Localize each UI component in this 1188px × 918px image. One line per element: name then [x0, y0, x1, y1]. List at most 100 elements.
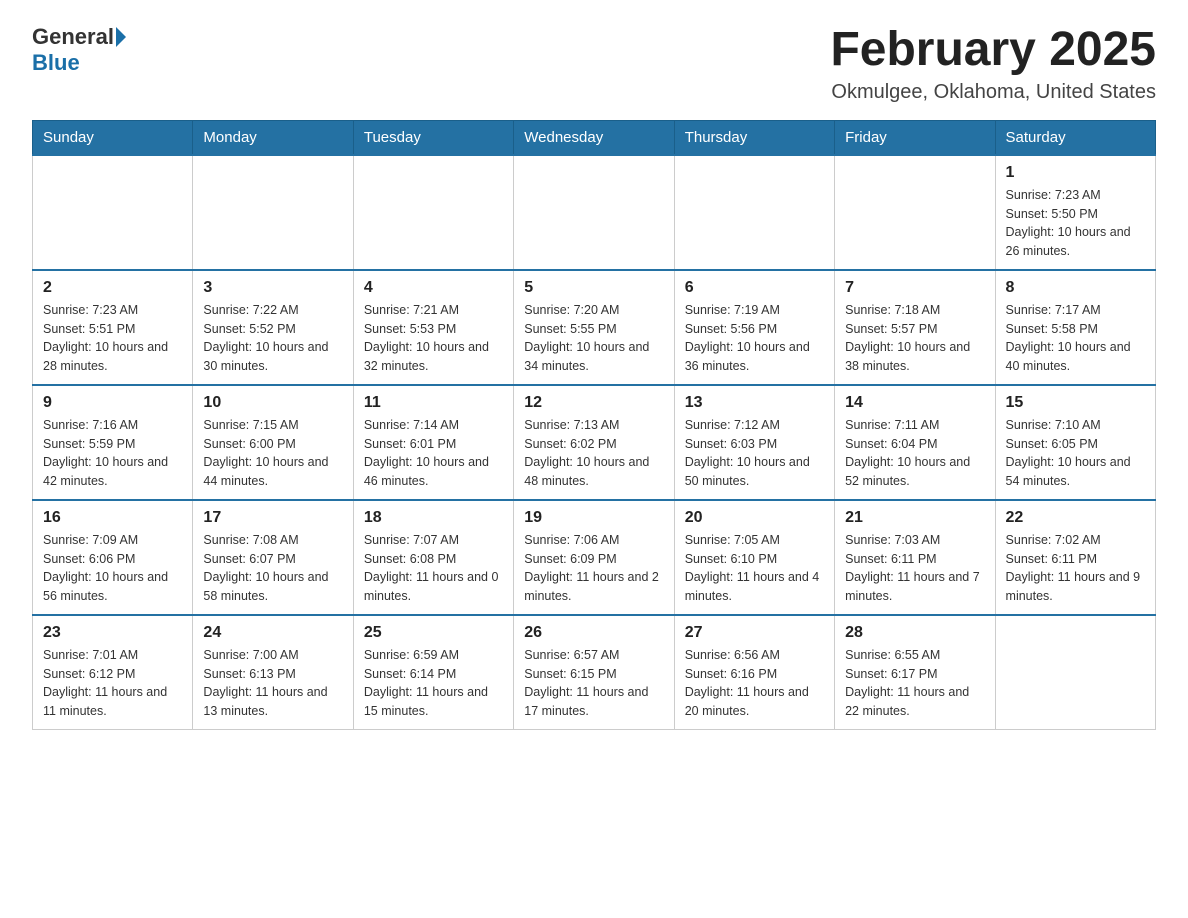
- calendar-day-cell: 19Sunrise: 7:06 AM Sunset: 6:09 PM Dayli…: [514, 500, 674, 615]
- day-info: Sunrise: 7:14 AM Sunset: 6:01 PM Dayligh…: [364, 416, 503, 491]
- day-info: Sunrise: 7:17 AM Sunset: 5:58 PM Dayligh…: [1006, 301, 1145, 376]
- day-number: 20: [685, 509, 824, 527]
- calendar-day-cell: 5 Sunrise: 7:20 AM Sunset: 5:55 PM Daylig…: [514, 270, 674, 385]
- calendar-day-cell: [514, 155, 674, 270]
- location-title: Okmulgee, Oklahoma, United States: [830, 81, 1156, 104]
- day-number: 1: [1006, 164, 1145, 182]
- day-of-week-header: Monday: [193, 120, 353, 155]
- calendar-day-cell: 12 Sunrise: 7:13 AM Sunset: 6:02 PM Dayli…: [514, 385, 674, 500]
- day-number: 18: [364, 509, 503, 527]
- day-number: 14: [845, 394, 984, 412]
- calendar-day-cell: 18 Sunrise: 7:07 AM Sunset: 6:08 PM Dayli…: [353, 500, 513, 615]
- logo-general-text: General: [32, 24, 114, 50]
- day-info: Sunrise: 7:01 AM Sunset: 6:12 PM Dayligh…: [43, 646, 182, 721]
- calendar-day-cell: 7 Sunrise: 7:18 AM Sunset: 5:57 PM Daylig…: [835, 270, 995, 385]
- day-info: Sunrise: 7:19 AM Sunset: 5:56 PM Dayligh…: [685, 301, 824, 376]
- calendar-day-cell: [835, 155, 995, 270]
- day-info: Sunrise: 7:11 AM Sunset: 6:04 PM Dayligh…: [845, 416, 984, 491]
- day-number: 21: [845, 509, 984, 527]
- calendar-day-cell: 3 Sunrise: 7:22 AM Sunset: 5:52 PM Daylig…: [193, 270, 353, 385]
- logo: General Blue: [32, 24, 128, 76]
- day-of-week-header: Saturday: [995, 120, 1155, 155]
- calendar-day-cell: [674, 155, 834, 270]
- day-info: Sunrise: 7:23 AM Sunset: 5:50 PM Dayligh…: [1006, 186, 1145, 261]
- day-number: 12: [524, 394, 663, 412]
- day-number: 15: [1006, 394, 1145, 412]
- calendar-day-cell: 24 Sunrise: 7:00 AM Sunset: 6:13 PM Dayli…: [193, 615, 353, 730]
- calendar-day-cell: 13Sunrise: 7:12 AM Sunset: 6:03 PM Dayli…: [674, 385, 834, 500]
- day-info: Sunrise: 7:13 AM Sunset: 6:02 PM Dayligh…: [524, 416, 663, 491]
- calendar-day-cell: [995, 615, 1155, 730]
- day-info: Sunrise: 7:05 AM Sunset: 6:10 PM Dayligh…: [685, 531, 824, 606]
- day-of-week-header: Sunday: [33, 120, 193, 155]
- day-info: Sunrise: 7:02 AM Sunset: 6:11 PM Dayligh…: [1006, 531, 1145, 606]
- day-info: Sunrise: 7:18 AM Sunset: 5:57 PM Dayligh…: [845, 301, 984, 376]
- calendar-header-row: SundayMondayTuesdayWednesdayThursdayFrid…: [33, 120, 1156, 155]
- day-number: 27: [685, 624, 824, 642]
- day-number: 10: [203, 394, 342, 412]
- calendar-week-row: 16 Sunrise: 7:09 AM Sunset: 6:06 PM Dayli…: [33, 500, 1156, 615]
- calendar-day-cell: 23 Sunrise: 7:01 AM Sunset: 6:12 PM Dayli…: [33, 615, 193, 730]
- day-info: Sunrise: 7:08 AM Sunset: 6:07 PM Dayligh…: [203, 531, 342, 606]
- title-section: February 2025 Okmulgee, Oklahoma, United…: [830, 24, 1156, 104]
- calendar-day-cell: [353, 155, 513, 270]
- calendar-day-cell: 11 Sunrise: 7:14 AM Sunset: 6:01 PM Dayli…: [353, 385, 513, 500]
- day-info: Sunrise: 7:21 AM Sunset: 5:53 PM Dayligh…: [364, 301, 503, 376]
- day-of-week-header: Friday: [835, 120, 995, 155]
- day-number: 9: [43, 394, 182, 412]
- calendar-day-cell: 10 Sunrise: 7:15 AM Sunset: 6:00 PM Dayli…: [193, 385, 353, 500]
- day-info: Sunrise: 7:16 AM Sunset: 5:59 PM Dayligh…: [43, 416, 182, 491]
- calendar-day-cell: 26Sunrise: 6:57 AM Sunset: 6:15 PM Dayli…: [514, 615, 674, 730]
- calendar-day-cell: 2 Sunrise: 7:23 AM Sunset: 5:51 PM Daylig…: [33, 270, 193, 385]
- calendar-day-cell: 8 Sunrise: 7:17 AM Sunset: 5:58 PM Daylig…: [995, 270, 1155, 385]
- day-of-week-header: Tuesday: [353, 120, 513, 155]
- day-info: Sunrise: 6:56 AM Sunset: 6:16 PM Dayligh…: [685, 646, 824, 721]
- day-number: 17: [203, 509, 342, 527]
- day-number: 22: [1006, 509, 1145, 527]
- day-info: Sunrise: 7:10 AM Sunset: 6:05 PM Dayligh…: [1006, 416, 1145, 491]
- day-number: 25: [364, 624, 503, 642]
- day-info: Sunrise: 7:03 AM Sunset: 6:11 PM Dayligh…: [845, 531, 984, 606]
- day-number: 23: [43, 624, 182, 642]
- day-info: Sunrise: 6:55 AM Sunset: 6:17 PM Dayligh…: [845, 646, 984, 721]
- day-number: 2: [43, 279, 182, 297]
- calendar-day-cell: 28Sunrise: 6:55 AM Sunset: 6:17 PM Dayli…: [835, 615, 995, 730]
- day-info: Sunrise: 7:22 AM Sunset: 5:52 PM Dayligh…: [203, 301, 342, 376]
- calendar-day-cell: 20 Sunrise: 7:05 AM Sunset: 6:10 PM Dayli…: [674, 500, 834, 615]
- calendar-day-cell: 17 Sunrise: 7:08 AM Sunset: 6:07 PM Dayli…: [193, 500, 353, 615]
- day-info: Sunrise: 7:09 AM Sunset: 6:06 PM Dayligh…: [43, 531, 182, 606]
- day-number: 5: [524, 279, 663, 297]
- month-title: February 2025: [830, 24, 1156, 77]
- calendar-week-row: 1 Sunrise: 7:23 AM Sunset: 5:50 PM Daylig…: [33, 155, 1156, 270]
- calendar-day-cell: 25 Sunrise: 6:59 AM Sunset: 6:14 PM Dayli…: [353, 615, 513, 730]
- calendar-day-cell: 1 Sunrise: 7:23 AM Sunset: 5:50 PM Daylig…: [995, 155, 1155, 270]
- calendar-day-cell: [33, 155, 193, 270]
- day-info: Sunrise: 6:59 AM Sunset: 6:14 PM Dayligh…: [364, 646, 503, 721]
- day-info: Sunrise: 7:12 AM Sunset: 6:03 PM Dayligh…: [685, 416, 824, 491]
- calendar-day-cell: 27 Sunrise: 6:56 AM Sunset: 6:16 PM Dayli…: [674, 615, 834, 730]
- calendar-day-cell: 4 Sunrise: 7:21 AM Sunset: 5:53 PM Daylig…: [353, 270, 513, 385]
- day-info: Sunrise: 7:20 AM Sunset: 5:55 PM Dayligh…: [524, 301, 663, 376]
- calendar-day-cell: 16 Sunrise: 7:09 AM Sunset: 6:06 PM Dayli…: [33, 500, 193, 615]
- calendar-table: SundayMondayTuesdayWednesdayThursdayFrid…: [32, 120, 1156, 730]
- day-of-week-header: Wednesday: [514, 120, 674, 155]
- day-number: 4: [364, 279, 503, 297]
- day-number: 26: [524, 624, 663, 642]
- calendar-day-cell: 6Sunrise: 7:19 AM Sunset: 5:56 PM Daylig…: [674, 270, 834, 385]
- calendar-day-cell: 15 Sunrise: 7:10 AM Sunset: 6:05 PM Dayli…: [995, 385, 1155, 500]
- day-info: Sunrise: 7:00 AM Sunset: 6:13 PM Dayligh…: [203, 646, 342, 721]
- day-info: Sunrise: 7:15 AM Sunset: 6:00 PM Dayligh…: [203, 416, 342, 491]
- day-number: 8: [1006, 279, 1145, 297]
- logo-arrow-icon: [116, 27, 126, 47]
- day-number: 24: [203, 624, 342, 642]
- day-info: Sunrise: 7:07 AM Sunset: 6:08 PM Dayligh…: [364, 531, 503, 606]
- calendar-week-row: 23 Sunrise: 7:01 AM Sunset: 6:12 PM Dayli…: [33, 615, 1156, 730]
- day-info: Sunrise: 7:23 AM Sunset: 5:51 PM Dayligh…: [43, 301, 182, 376]
- day-info: Sunrise: 7:06 AM Sunset: 6:09 PM Dayligh…: [524, 531, 663, 606]
- day-number: 11: [364, 394, 503, 412]
- day-number: 3: [203, 279, 342, 297]
- calendar-day-cell: 9 Sunrise: 7:16 AM Sunset: 5:59 PM Daylig…: [33, 385, 193, 500]
- day-number: 7: [845, 279, 984, 297]
- day-number: 16: [43, 509, 182, 527]
- calendar-day-cell: 21 Sunrise: 7:03 AM Sunset: 6:11 PM Dayli…: [835, 500, 995, 615]
